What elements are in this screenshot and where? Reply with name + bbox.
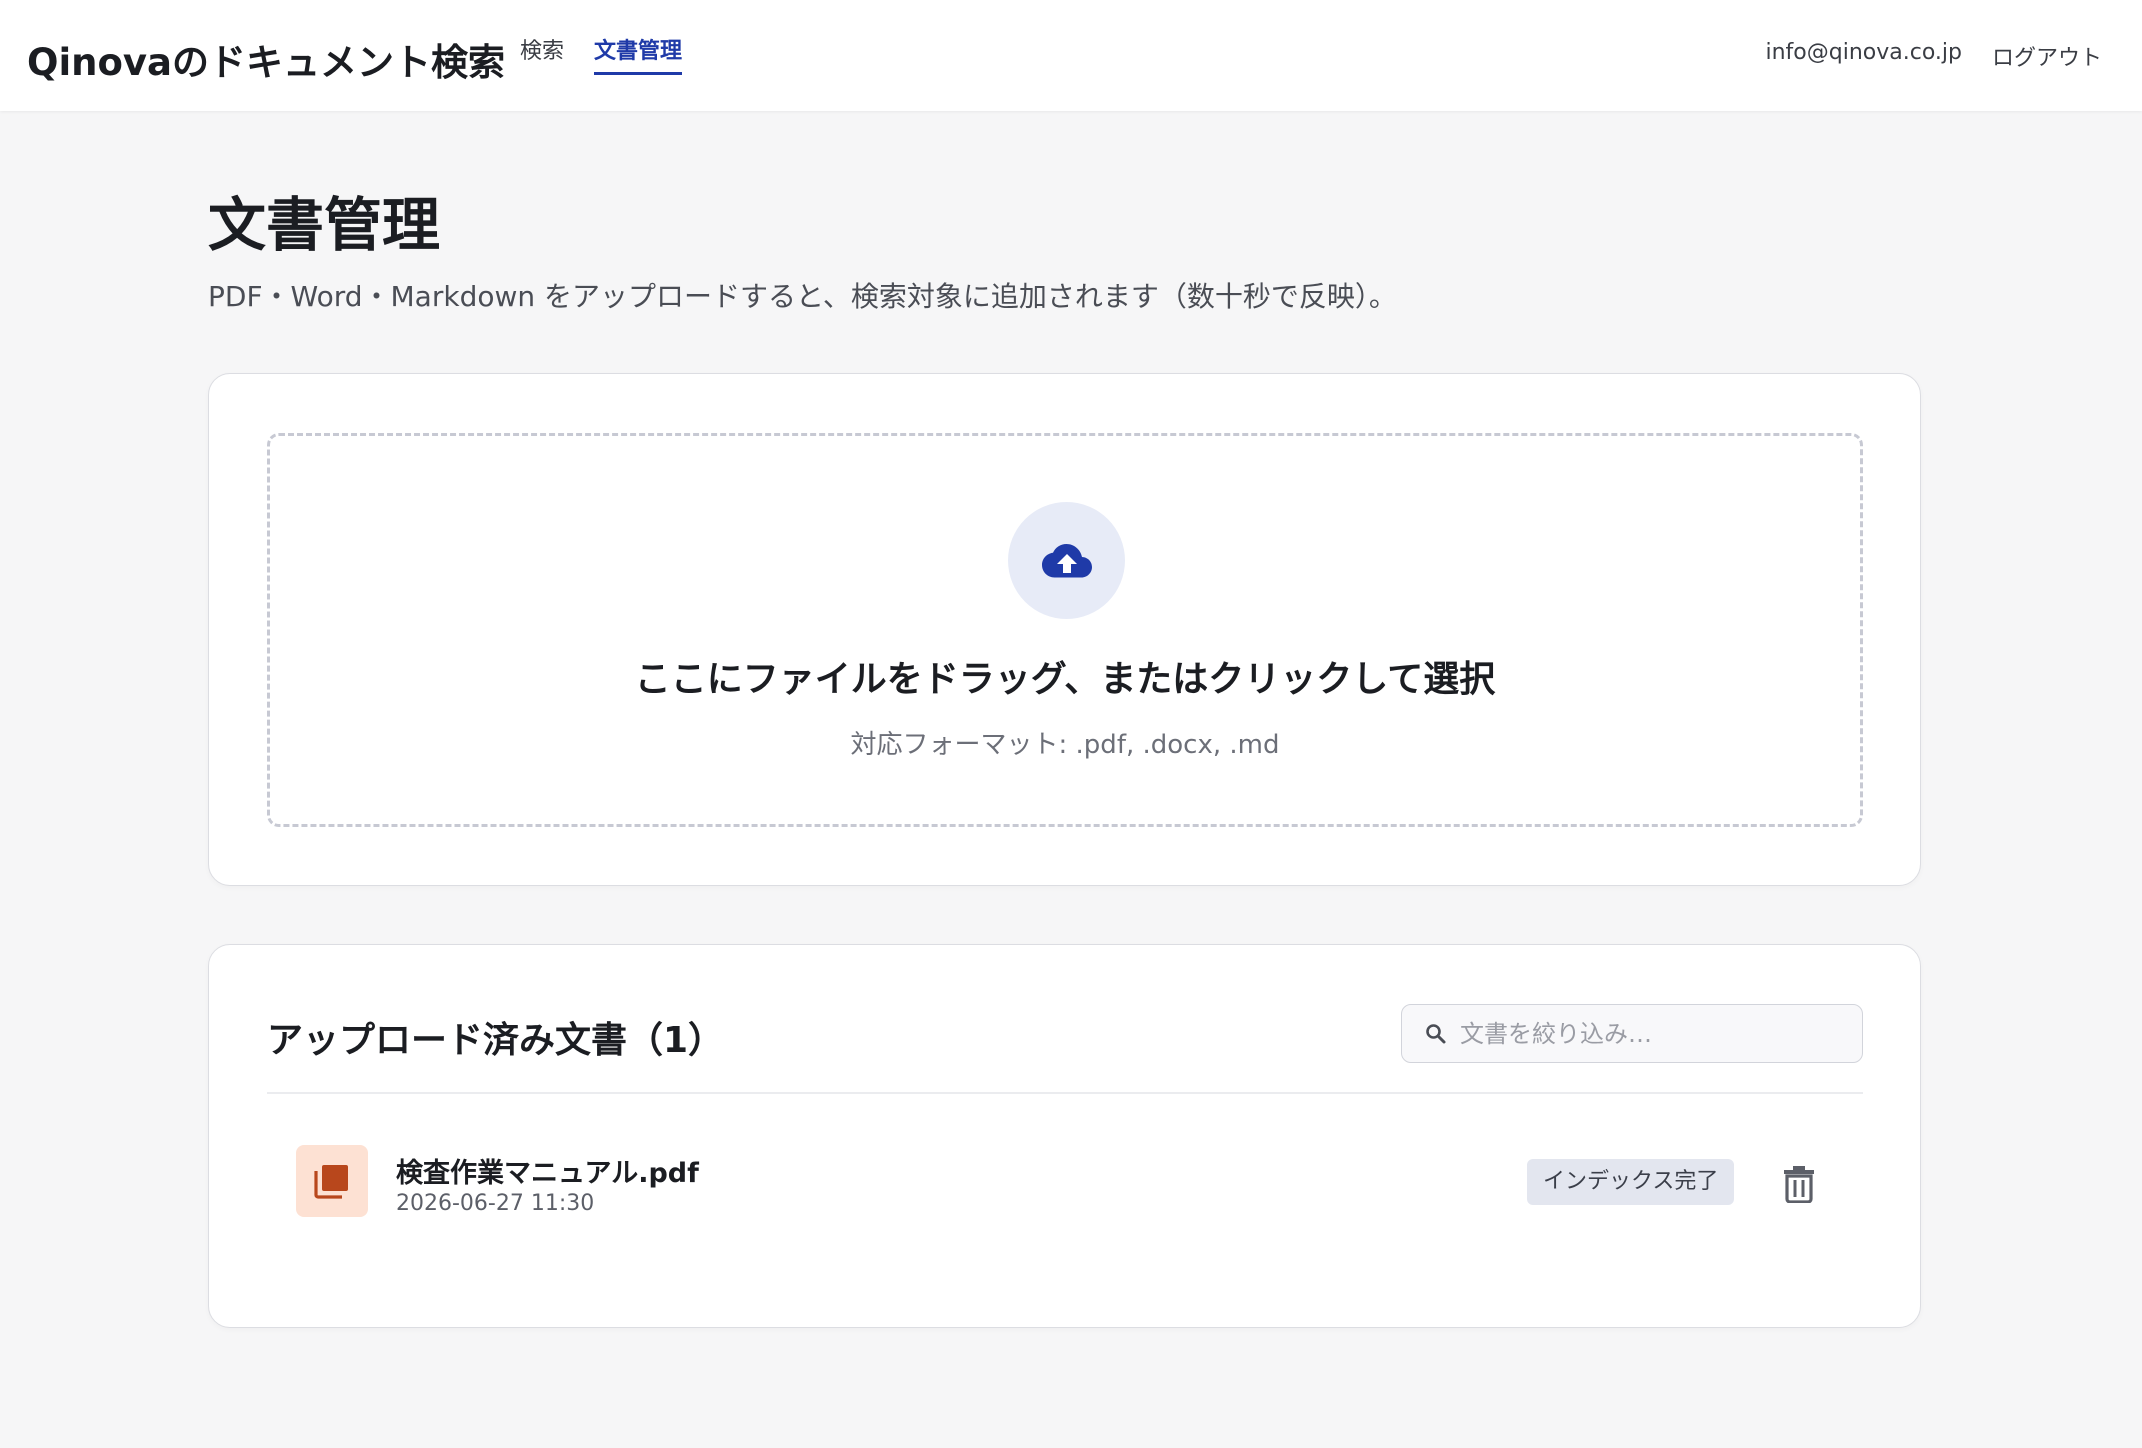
upload-icon-circle (1008, 502, 1125, 619)
app-title: Qinovaのドキュメント検索 (27, 41, 505, 84)
page-description: PDF・Word・Markdown をアップロードすると、検索対象に追加されます… (208, 280, 1397, 313)
pdf-file-icon (314, 1165, 348, 1199)
logout-button[interactable]: ログアウト (1992, 40, 2102, 72)
top-header: Qinovaのドキュメント検索 検索 文書管理 info@qinova.co.j… (0, 0, 2142, 111)
user-email: info@qinova.co.jp (1765, 40, 1962, 65)
document-filter-box (1401, 1004, 1863, 1063)
user-area: info@qinova.co.jp ログアウト (1766, 40, 2103, 72)
document-date: 2026-06-27 11:30 (396, 1191, 595, 1216)
dropzone-title: ここにファイルをドラッグ、またはクリックして選択 (634, 659, 1496, 700)
documents-title: アップロード済み文書（1） (267, 1020, 725, 1061)
document-row: 検査作業マニュアル.pdf 2026-06-27 11:30 インデックス完了 (267, 1145, 1863, 1235)
file-dropzone[interactable]: ここにファイルをドラッグ、またはクリックして選択 対応フォーマット: .pdf,… (267, 433, 1863, 827)
main-nav: 検索 文書管理 (520, 33, 683, 75)
status-badge: インデックス完了 (1527, 1159, 1735, 1205)
trash-icon (1784, 1166, 1814, 1203)
search-icon (1426, 1024, 1446, 1044)
pdf-file-thumb (296, 1145, 368, 1217)
upload-card: ここにファイルをドラッグ、またはクリックして選択 対応フォーマット: .pdf,… (208, 373, 1921, 886)
nav-search[interactable]: 検索 (520, 33, 564, 75)
page-title: 文書管理 (208, 191, 441, 259)
cloud-upload-icon (1041, 543, 1092, 577)
document-name: 検査作業マニュアル.pdf (396, 1158, 699, 1189)
document-filter-input[interactable] (1460, 1015, 1850, 1053)
supported-formats: 対応フォーマット: .pdf, .docx, .md (850, 730, 1280, 760)
list-divider (267, 1092, 1863, 1094)
nav-document-management[interactable]: 文書管理 (594, 33, 683, 75)
documents-card: アップロード済み文書（1） 検査作業マニュアル.pdf 2026-06-27 1… (208, 944, 1921, 1328)
delete-document-button[interactable] (1779, 1163, 1819, 1205)
